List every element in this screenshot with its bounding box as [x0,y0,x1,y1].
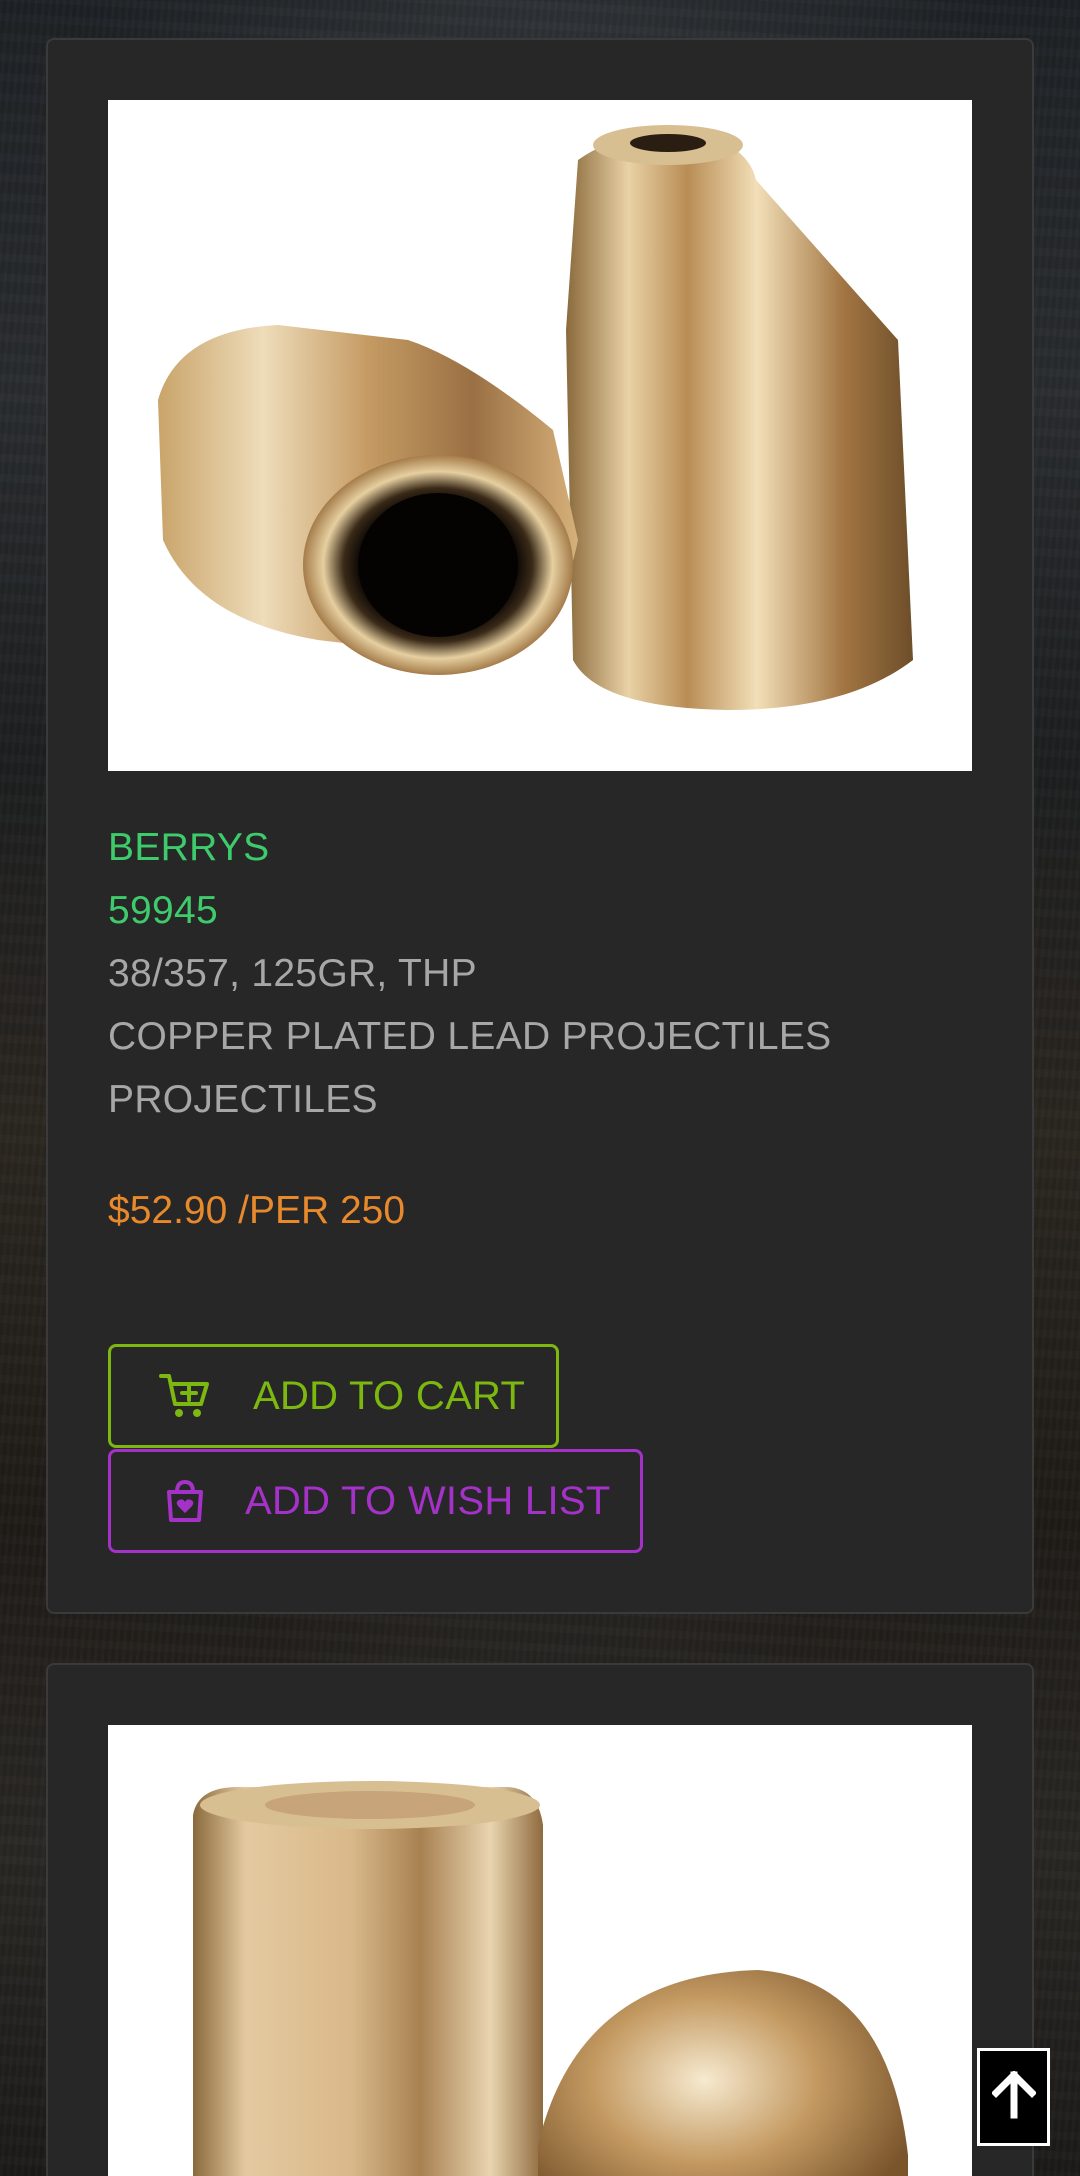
product-card [46,1663,1034,2176]
product-card: BERRYS 59945 38/357, 125GR, THP COPPER P… [46,38,1034,1614]
product-description-line: 38/357, 125GR, THP [108,952,477,995]
product-brand[interactable]: BERRYS [108,826,269,870]
bullet-image-graphic [158,125,913,710]
arrow-up-icon [990,2069,1037,2124]
product-image[interactable] [108,100,972,771]
wish-bag-icon [155,1471,215,1531]
add-to-wishlist-button[interactable]: ADD TO WISH LIST [108,1449,643,1553]
bullet-image-graphic [193,1781,908,2176]
add-to-cart-button[interactable]: ADD TO CART [108,1344,559,1448]
product-description-line: PROJECTILES [108,1078,378,1121]
product-description-line: COPPER PLATED LEAD PROJECTILES [108,1015,832,1058]
add-to-cart-label: ADD TO CART [253,1373,526,1418]
cart-plus-icon [155,1366,215,1426]
scroll-to-top-button[interactable] [977,2048,1050,2146]
product-image[interactable] [108,1725,972,2176]
add-to-wishlist-label: ADD TO WISH LIST [245,1478,611,1523]
product-price: $52.90 /PER 250 [108,1189,406,1232]
product-sku[interactable]: 59945 [108,889,218,933]
